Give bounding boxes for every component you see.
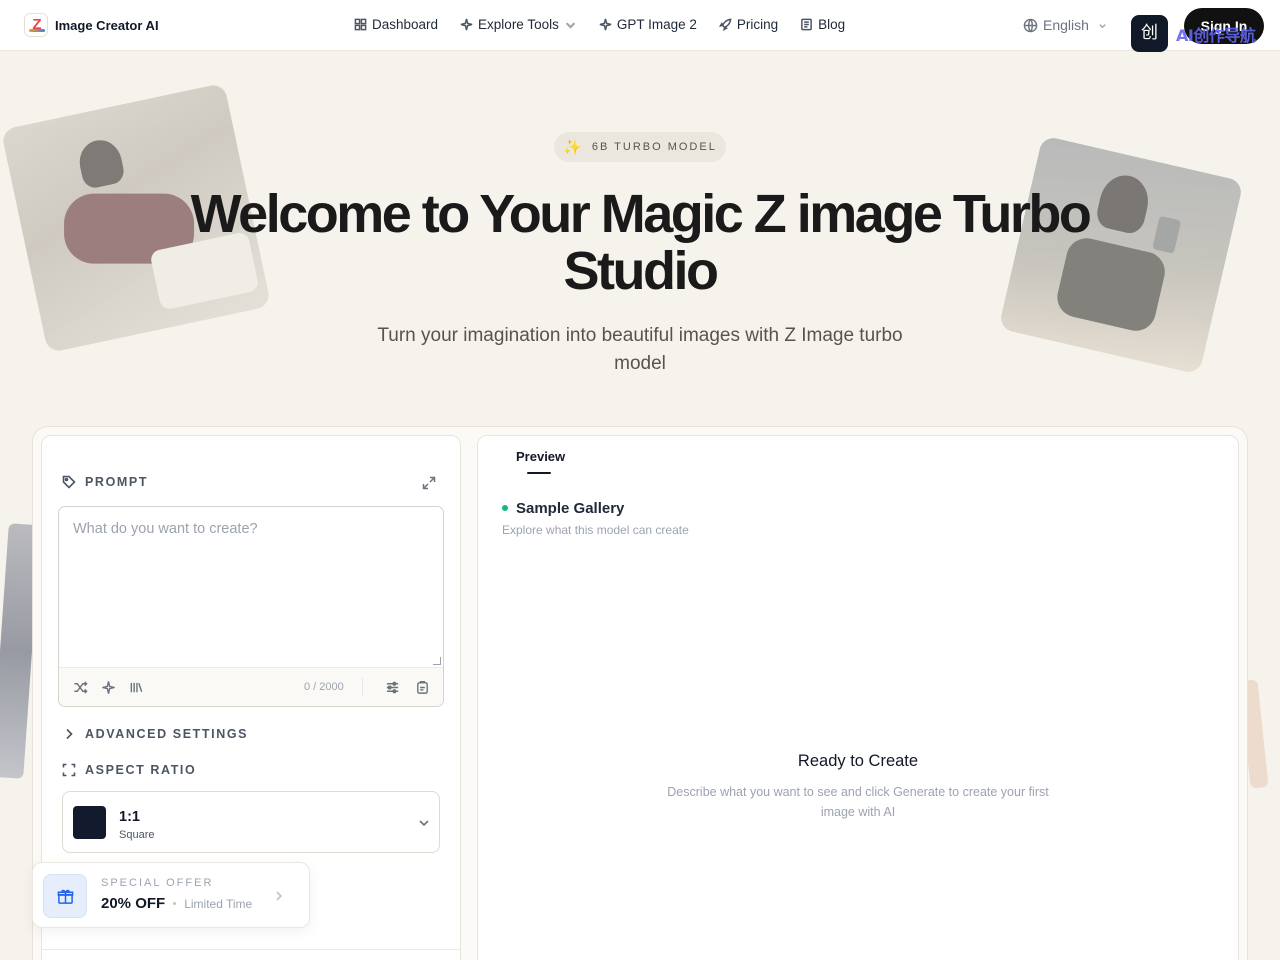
nav-gpt-image[interactable]: GPT Image 2	[599, 17, 697, 32]
nav-blog[interactable]: Blog	[800, 17, 845, 32]
aspect-ratio-label: ASPECT RATIO	[62, 763, 196, 777]
empty-state-title: Ready to Create	[797, 752, 919, 770]
offer-kicker: SPECIAL OFFER	[101, 877, 214, 889]
offer-line: 20% OFF Limited Time	[101, 895, 252, 912]
language-label: English	[1043, 17, 1089, 33]
nav-blog-label: Blog	[818, 17, 846, 32]
advanced-settings-label: ADVANCED SETTINGS	[85, 727, 249, 741]
nav-explore-tools[interactable]: Explore Tools	[460, 17, 577, 32]
rocket-icon	[718, 18, 732, 31]
aspect-ratio-swatch	[73, 806, 106, 839]
sample-gallery-subtitle: Explore what this model can create	[502, 523, 689, 537]
status-dot	[502, 505, 508, 511]
nav-pricing-label: Pricing	[736, 17, 779, 32]
hero-subtitle: Turn your imagination into beautiful ima…	[377, 325, 903, 374]
toolbar-divider	[362, 678, 363, 696]
shuffle-icon[interactable]	[73, 680, 88, 695]
prompt-label: PROMPT	[62, 475, 148, 489]
nav-dashboard-label: Dashboard	[372, 17, 439, 32]
nav-links: Dashboard Explore Tools GPT Image 2 Pric…	[354, 17, 845, 32]
library-icon[interactable]	[129, 680, 144, 695]
controls-divider	[42, 949, 460, 950]
brand-name: Image Creator AI	[55, 17, 159, 33]
offer-value: 20% OFF	[101, 895, 166, 912]
aspect-ratio-description: Square	[119, 829, 155, 841]
character-counter: 0 / 2000	[304, 681, 344, 693]
sample-gallery-title: Sample Gallery	[516, 500, 625, 517]
aspect-ratio-label-text: ASPECT RATIO	[85, 763, 197, 777]
prompt-input[interactable]	[59, 507, 443, 667]
prompt-label-text: PROMPT	[85, 475, 149, 489]
tab-active-indicator	[527, 472, 551, 474]
prompt-box: 0 / 2000	[58, 506, 444, 707]
tab-preview[interactable]: Preview	[516, 449, 565, 464]
expand-icon[interactable]	[422, 476, 436, 490]
nav-pricing[interactable]: Pricing	[718, 17, 779, 32]
chevron-down-icon	[417, 816, 431, 830]
brand-link[interactable]: Z Image Creator AI	[24, 13, 159, 37]
extension-overlay-text: AI创作导航	[1176, 26, 1256, 45]
model-badge-label: 6B TURBO MODEL	[591, 141, 717, 153]
aspect-ratio-value: 1:1	[119, 809, 140, 825]
aspect-ratio-select[interactable]: 1:1 Square	[62, 791, 440, 853]
nav-dashboard[interactable]: Dashboard	[354, 17, 438, 32]
sliders-icon[interactable]	[385, 680, 400, 695]
tag-icon	[62, 475, 76, 489]
language-selector[interactable]: English	[1023, 17, 1107, 33]
empty-state-text: Describe what you want to see and click …	[667, 785, 1049, 819]
prompt-toolbar: 0 / 2000	[59, 667, 443, 706]
sparkles-icon: ✨	[563, 138, 582, 156]
clipboard-icon[interactable]	[415, 680, 430, 695]
gift-icon	[43, 874, 87, 918]
top-nav: Z Image Creator AI Dashboard Explore Too…	[0, 0, 1280, 52]
extension-app-icon[interactable]: 创	[1131, 15, 1168, 52]
globe-icon	[1023, 18, 1038, 32]
crop-frame-icon	[62, 763, 76, 777]
layout-grid-icon	[354, 18, 367, 31]
chevron-right-icon	[66, 728, 73, 740]
offer-note: Limited Time	[184, 896, 253, 911]
offer-separator	[173, 902, 177, 905]
chevron-down-icon	[565, 22, 575, 29]
nav-explore-tools-label: Explore Tools	[478, 17, 559, 32]
chevron-down-icon	[1099, 23, 1106, 28]
hero-title: Welcome to Your Magic Z image Turbo Stud…	[190, 184, 1092, 301]
special-offer-card[interactable]: SPECIAL OFFER 20% OFF Limited Time	[32, 862, 310, 928]
nav-gpt-image-label: GPT Image 2	[616, 17, 697, 32]
sparkles-icon	[599, 18, 612, 31]
magic-wand-icon[interactable]	[101, 680, 116, 695]
newspaper-icon	[801, 18, 813, 31]
model-badge: ✨ 6B TURBO MODEL	[554, 132, 726, 162]
resize-handle[interactable]	[433, 657, 441, 665]
advanced-settings-toggle[interactable]: ADVANCED SETTINGS	[62, 727, 248, 741]
chevron-right-icon	[273, 889, 285, 901]
sparkles-icon	[460, 18, 473, 31]
brand-logo-icon: Z	[24, 13, 48, 37]
